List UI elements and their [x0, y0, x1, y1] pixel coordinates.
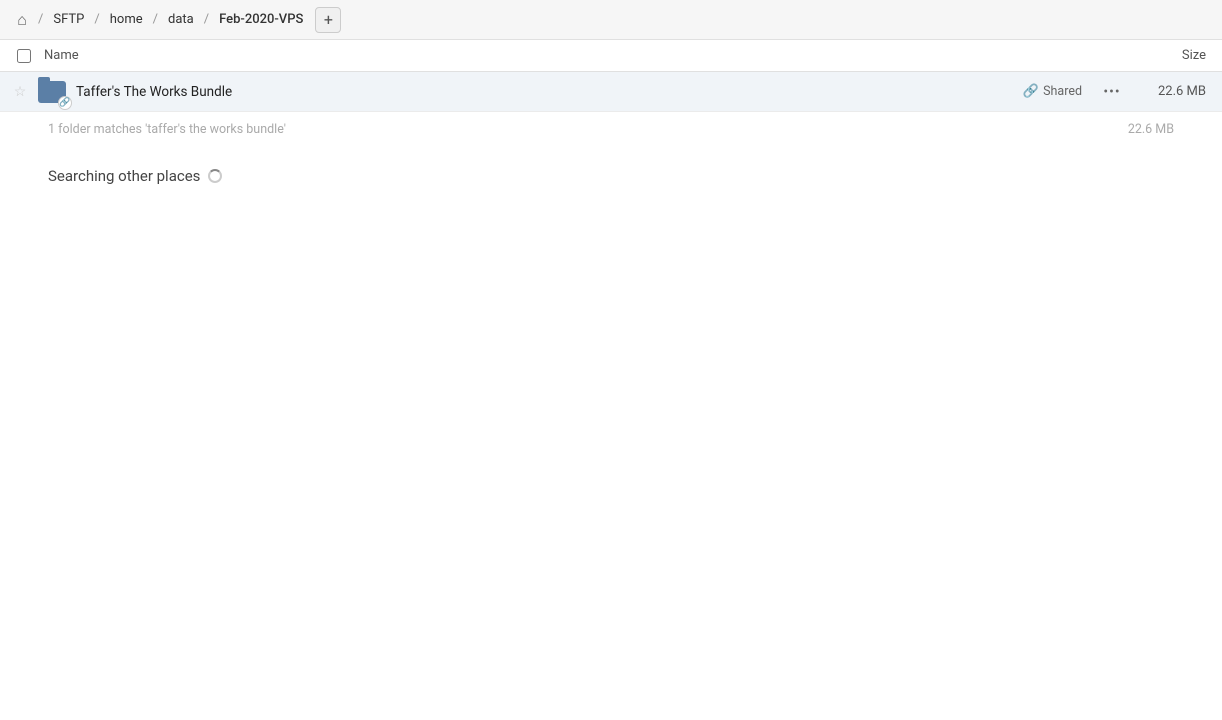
shared-label: Shared — [1043, 84, 1082, 99]
separator-2: / — [92, 12, 101, 27]
star-icon[interactable]: ☆ — [8, 84, 32, 100]
breadcrumb-bar: ⌂ / SFTP / home / data / Feb-2020-VPS + — [0, 0, 1222, 40]
name-column-header: Name — [40, 48, 1094, 63]
breadcrumb-sftp[interactable]: SFTP — [45, 6, 92, 34]
searching-other-label: Searching other places — [48, 167, 200, 185]
column-headers: Name Size — [0, 40, 1222, 72]
home-breadcrumb[interactable]: ⌂ — [8, 6, 36, 34]
add-tab-button[interactable]: + — [315, 7, 341, 33]
search-match-text: 1 folder matches 'taffer's the works bun… — [48, 122, 286, 137]
more-options-button[interactable]: ••• — [1098, 78, 1126, 106]
file-size: 22.6 MB — [1134, 84, 1214, 99]
file-row[interactable]: ☆ 🔗 Taffer's The Works Bundle 🔗 Shared •… — [0, 72, 1222, 112]
separator-4: / — [202, 12, 211, 27]
select-all-checkbox[interactable] — [8, 49, 40, 63]
link-badge-icon: 🔗 — [58, 96, 72, 110]
search-match-size: 22.6 MB — [1128, 122, 1174, 137]
separator-3: / — [151, 12, 160, 27]
header-checkbox[interactable] — [17, 49, 31, 63]
separator-1: / — [36, 12, 45, 27]
search-match-info: 1 folder matches 'taffer's the works bun… — [0, 112, 1222, 147]
breadcrumb-data[interactable]: data — [160, 6, 202, 34]
loading-spinner — [208, 169, 222, 183]
folder-icon-wrapper: 🔗 — [36, 76, 68, 108]
shared-link-icon: 🔗 — [1023, 84, 1039, 99]
shared-badge: 🔗 Shared — [1023, 84, 1082, 99]
file-name: Taffer's The Works Bundle — [76, 84, 1023, 100]
home-icon: ⌂ — [17, 10, 27, 30]
size-column-header: Size — [1094, 48, 1214, 63]
breadcrumb-feb2020vps[interactable]: Feb-2020-VPS — [211, 6, 311, 34]
more-icon: ••• — [1103, 84, 1120, 100]
searching-other-section: Searching other places — [0, 147, 1222, 205]
breadcrumb-home[interactable]: home — [102, 6, 151, 34]
